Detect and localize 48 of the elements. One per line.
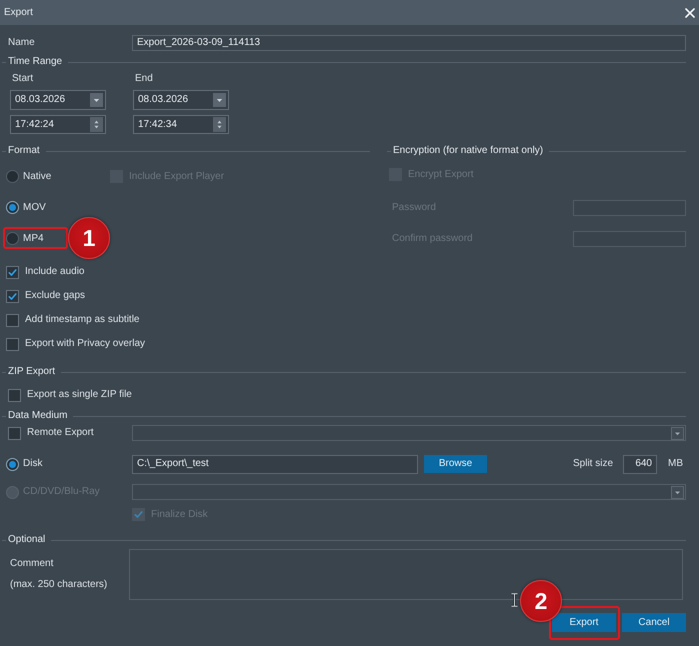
spin-arrows-icon[interactable]	[213, 117, 226, 132]
checkbox-option[interactable]: Exclude gaps	[6, 290, 86, 302]
dropdown-field[interactable]	[132, 425, 686, 441]
field-label: Name	[8, 37, 35, 49]
field-label: Comment	[10, 558, 54, 570]
section-title: ZIP Export	[8, 366, 56, 378]
dropdown-caret-icon[interactable]	[671, 486, 684, 498]
field-label: Start	[12, 73, 34, 85]
dropdown-caret-icon[interactable]	[671, 426, 684, 440]
time-field[interactable]: 17:42:34	[133, 115, 229, 134]
name-field[interactable]: Export_2026-03-09_114113	[132, 35, 686, 51]
checkbox-option[interactable]: Export as single ZIP file	[8, 388, 132, 402]
hint-text: (max. 250 characters)	[10, 579, 108, 591]
cancel-button[interactable]: Cancel	[622, 613, 686, 632]
section-title: Optional	[8, 534, 46, 546]
unit-label: MB	[668, 458, 683, 470]
spin-arrows-icon[interactable]	[90, 117, 103, 132]
section-title: Format	[8, 145, 40, 157]
field-label: Split size	[572, 458, 613, 470]
password-field[interactable]	[573, 200, 686, 216]
checkbox-option[interactable]: Remote Export	[8, 426, 94, 440]
window-title: Export	[4, 6, 33, 18]
radio-option[interactable]: MOV	[6, 201, 46, 214]
export-button[interactable]: Export	[552, 613, 616, 632]
dropdown-caret-icon[interactable]	[213, 93, 226, 107]
path-field[interactable]: C:\_Export\_test	[132, 454, 418, 474]
field-label: End	[135, 73, 153, 85]
time-field[interactable]: 17:42:24	[10, 115, 106, 134]
radio-option[interactable]: Native	[6, 170, 52, 183]
text-cursor-icon	[511, 593, 518, 607]
highlight-frame	[3, 227, 68, 249]
radio-option[interactable]: Disk	[6, 458, 42, 470]
section-title: Time Range	[8, 56, 62, 68]
radio-option[interactable]: MP4	[6, 232, 44, 245]
step-marker: 1	[68, 217, 110, 259]
date-field[interactable]: 08.03.2026	[133, 90, 229, 110]
checkbox-option[interactable]: Export with Privacy overlay	[6, 338, 146, 350]
close-icon[interactable]	[685, 8, 695, 18]
date-field[interactable]: 08.03.2026	[10, 90, 106, 110]
section-title: Data Medium	[8, 410, 68, 422]
checkbox-option[interactable]: Include audio	[6, 266, 84, 278]
dropdown-caret-icon[interactable]	[90, 93, 103, 107]
section-title: Encryption (for native format only)	[393, 145, 544, 157]
browse-button[interactable]: Browse	[424, 455, 487, 473]
password-field[interactable]	[573, 230, 686, 246]
split-size-field[interactable]: 640	[623, 454, 657, 474]
dropdown-field[interactable]	[132, 484, 686, 500]
checkbox-option[interactable]: Add timestamp as subtitle	[6, 314, 140, 326]
